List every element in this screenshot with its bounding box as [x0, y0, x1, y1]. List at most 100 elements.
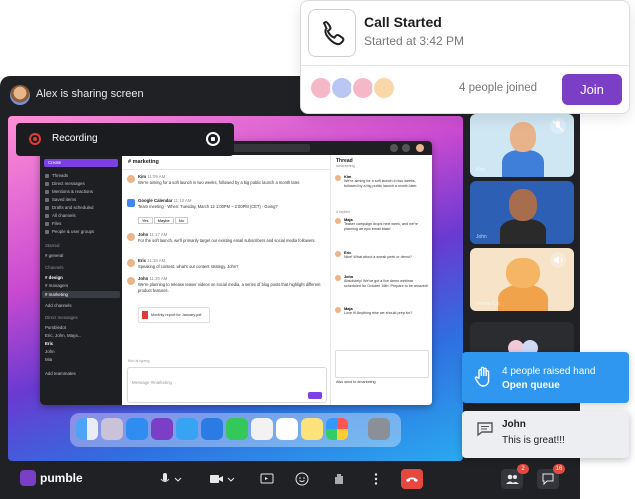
microphone-button[interactable] — [155, 469, 185, 489]
calendar-icon — [127, 199, 135, 207]
avatar — [335, 218, 341, 224]
message-author: John 11:20 AM — [138, 276, 168, 281]
pumble-logo-icon — [20, 470, 36, 486]
pumble-app-icon — [151, 418, 173, 440]
avatar — [335, 251, 341, 257]
participant-name: Gizmo Cat — [476, 301, 500, 307]
create-button: Create — [44, 159, 118, 167]
message-text: For the soft launch, we'll primarily tar… — [138, 238, 316, 243]
thread-pane: Thread #marketing Kim We're aiming for a… — [330, 155, 432, 405]
mail-icon — [201, 418, 223, 440]
messages-icon — [176, 418, 198, 440]
message-author: Eric 11:18 AM — [138, 258, 166, 263]
dm-section-label: Direct messages — [45, 315, 78, 320]
share-screen-button[interactable] — [257, 469, 277, 489]
mic-muted-icon — [550, 118, 566, 134]
user-avatar — [416, 144, 424, 152]
phone-icon — [308, 9, 356, 57]
message-text: Speaking of content, what's our content … — [138, 264, 239, 269]
avatar — [335, 175, 341, 181]
joined-avatar — [372, 76, 396, 100]
composer-placeholder: Message #marketing — [132, 380, 172, 385]
photos-icon — [326, 418, 348, 440]
participant-name: John — [476, 234, 487, 240]
more-options-button[interactable] — [366, 469, 386, 489]
call-title: Call Started — [364, 14, 442, 30]
recording-bar: Recording — [16, 123, 234, 156]
shared-screen: Create Threads Direct messages Mentions … — [8, 116, 463, 461]
card-divider — [301, 65, 629, 66]
settings-icon — [402, 144, 410, 152]
replies-count: 4 replies — [336, 210, 350, 214]
calendar-app-icon — [276, 418, 298, 440]
finder-icon — [76, 418, 98, 440]
emoji-reaction-button[interactable] — [292, 469, 312, 489]
dm-item: Eric — [45, 341, 54, 346]
brand-name: pumble — [40, 471, 83, 485]
avatar — [127, 277, 135, 285]
pdf-attachment: Monthly report for January.pdf — [138, 307, 210, 323]
people-joined-count: 4 people joined — [459, 82, 538, 94]
add-teammates-link: Add teammates — [45, 371, 76, 376]
message-author: Kim 11:09 AM — [138, 174, 166, 179]
chat-message-toast[interactable]: John This is great!!! — [462, 411, 629, 458]
call-toolbar: pumble 2 16 — [0, 460, 580, 499]
channel-header: # marketing — [122, 155, 330, 170]
dm-item: John — [45, 349, 55, 354]
sidebar-item-people: People & user groups — [45, 229, 94, 234]
send-button — [308, 392, 322, 399]
typing-indicator: Kim is typing — [128, 359, 150, 363]
message-author: Google Calendar 11:13 AM — [138, 198, 192, 203]
chat-sender-name: John — [502, 419, 526, 430]
chat-badge: 16 — [553, 464, 565, 474]
participant-figure — [509, 189, 537, 221]
avatar — [335, 275, 341, 281]
join-button[interactable]: Join — [562, 74, 622, 105]
hand-icon — [474, 365, 494, 389]
call-start-time: Started at 3:42 PM — [364, 34, 465, 48]
starred-section-label: Starred — [45, 243, 60, 248]
participant-figure — [502, 150, 544, 177]
sidebar-channel-marketing: # marketing — [45, 292, 68, 297]
call-started-card: Call Started Started at 3:42 PM 4 people… — [300, 0, 630, 114]
participant-tile[interactable]: Kim — [470, 114, 574, 177]
shared-app-sidebar: Create Threads Direct messages Mentions … — [40, 155, 122, 405]
thread-composer — [335, 350, 429, 378]
sidebar-item-all-channels: All channels — [45, 213, 76, 218]
sidebar-channel-design: # design — [45, 275, 63, 280]
participant-name: Kim — [476, 167, 485, 173]
help-icon — [390, 144, 398, 152]
sidebar-channel-general: # general — [45, 253, 64, 258]
thread-text: Nice! What about a sneak peek or demo? — [344, 255, 412, 259]
chat-icon — [476, 421, 494, 437]
participant-figure — [506, 258, 540, 288]
add-channels-link: Add channels — [45, 303, 72, 308]
chat-message-text: This is great!!! — [502, 435, 565, 446]
participant-figure — [498, 284, 548, 311]
dock — [70, 413, 401, 447]
sidebar-item-saved: Saved items — [45, 197, 76, 202]
message-text: We're aiming for a soft launch in two we… — [138, 180, 301, 185]
participant-tile[interactable]: John — [470, 181, 574, 244]
also-send-checkbox: Also send to #marketing — [336, 380, 376, 384]
camera-button[interactable] — [205, 469, 237, 489]
message-text: Team meeting · When: Tuesday, March 12 1… — [138, 204, 278, 209]
raised-hand-toast[interactable]: 4 people raised hand Open queue — [462, 352, 629, 403]
thread-text: We're aiming for a soft launch in two we… — [344, 179, 418, 188]
avatar — [127, 259, 135, 267]
participant-tile[interactable]: Gizmo Cat — [470, 248, 574, 311]
stop-recording-button[interactable] — [206, 132, 220, 146]
message-text: We're planning to release teaser videos … — [138, 282, 321, 293]
open-queue-link[interactable]: Open queue — [502, 380, 560, 391]
raise-hand-button[interactable] — [329, 469, 349, 489]
dm-item: Mia — [45, 357, 53, 362]
end-call-button[interactable] — [401, 469, 423, 489]
channel-title: # marketing — [128, 159, 159, 165]
raised-hand-title: 4 people raised hand — [502, 366, 596, 377]
reminders-icon — [251, 418, 273, 440]
rsvp-buttons: Yes Maybe No — [138, 217, 188, 224]
launchpad-icon — [101, 418, 123, 440]
sidebar-channel-managers: # managers — [45, 283, 69, 288]
message-author: John 11:17 AM — [138, 232, 168, 237]
sharing-status-text: Alex is sharing screen — [36, 88, 144, 100]
